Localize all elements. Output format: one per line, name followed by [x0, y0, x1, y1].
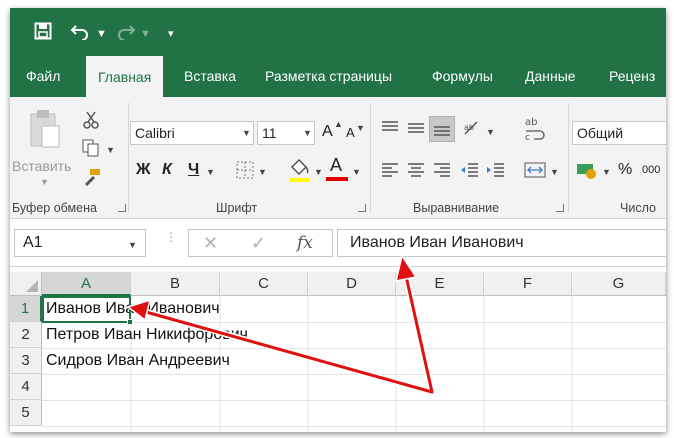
- formula-input[interactable]: Иванов Иван Иванович: [337, 229, 666, 257]
- tab-insert[interactable]: Вставка: [184, 55, 236, 97]
- customize-qat-icon[interactable]: ▾: [168, 24, 174, 44]
- copy-icon[interactable]: [82, 139, 100, 157]
- wrap-text-icon[interactable]: ab c: [524, 115, 546, 141]
- separator: [568, 103, 569, 213]
- formula-bar-grip-icon: ⋮: [165, 230, 177, 244]
- paste-button[interactable]: Вставить: [12, 158, 71, 174]
- align-right-icon[interactable]: [432, 161, 452, 179]
- italic-button[interactable]: К: [162, 161, 172, 179]
- clipboard-launcher-icon[interactable]: [118, 204, 126, 212]
- font-color-dropdown-icon[interactable]: ▼: [352, 167, 361, 177]
- copy-dropdown-icon[interactable]: ▼: [106, 145, 115, 155]
- grow-font-button[interactable]: A: [322, 123, 333, 141]
- number-format-select[interactable]: Общий: [572, 121, 666, 145]
- name-box-dropdown-icon[interactable]: ▼: [128, 240, 137, 250]
- tab-home[interactable]: Главная: [86, 55, 164, 97]
- merge-dropdown-icon[interactable]: ▼: [550, 167, 559, 177]
- active-cell-border: [42, 296, 131, 323]
- font-name-dropdown-icon[interactable]: ▼: [242, 128, 251, 138]
- tab-file[interactable]: Файл: [26, 55, 60, 97]
- spreadsheet-grid: A B C D E F G 1 2 3 4 5 Иванов Иван Иван…: [10, 272, 666, 432]
- bold-button[interactable]: Ж: [136, 161, 150, 179]
- tab-review[interactable]: Реценз: [609, 55, 655, 97]
- redo-dropdown-icon[interactable]: ▼: [140, 24, 151, 44]
- font-color-button[interactable]: A: [330, 155, 342, 176]
- align-top-icon[interactable]: [380, 119, 400, 137]
- alignment-launcher-icon[interactable]: [556, 204, 564, 212]
- font-size-dropdown-icon[interactable]: ▼: [303, 128, 312, 138]
- separator: [128, 103, 129, 213]
- underline-button[interactable]: Ч: [188, 161, 199, 179]
- shrink-font-button[interactable]: A: [346, 125, 355, 140]
- title-bar: ▼ ▼ ▾: [10, 8, 666, 55]
- shrink-font-icon: ▼: [356, 123, 365, 133]
- name-box[interactable]: A1: [14, 229, 146, 257]
- orientation-icon[interactable]: ab: [462, 119, 482, 137]
- fill-handle[interactable]: [127, 319, 133, 325]
- tab-page-layout[interactable]: Разметка страницы: [265, 55, 392, 97]
- paste-dropdown-icon[interactable]: ▼: [40, 177, 49, 187]
- thousands-button[interactable]: 000: [642, 164, 660, 176]
- redo-icon[interactable]: [116, 22, 136, 40]
- cell-a2[interactable]: Петров Иван Никифорович: [46, 322, 248, 348]
- ribbon-tabs: Файл Главная Вставка Разметка страницы Ф…: [10, 55, 666, 97]
- currency-format-icon[interactable]: [576, 159, 598, 181]
- paste-icon[interactable]: [28, 109, 62, 149]
- merge-center-icon[interactable]: [524, 161, 546, 179]
- align-bottom-icon: [434, 126, 450, 136]
- orientation-dropdown-icon[interactable]: ▼: [486, 127, 495, 137]
- undo-dropdown-icon[interactable]: ▼: [96, 24, 107, 44]
- format-painter-icon[interactable]: [82, 167, 102, 187]
- font-launcher-icon[interactable]: [358, 204, 366, 212]
- fill-color-dropdown-icon[interactable]: ▼: [314, 167, 323, 177]
- formula-buttons: ✕ ✓ fx: [188, 229, 333, 257]
- borders-dropdown-icon[interactable]: ▼: [258, 167, 267, 177]
- excel-window: ▼ ▼ ▾ Файл Главная Вставка Разметка стра…: [10, 8, 666, 432]
- tab-formulas[interactable]: Формулы: [432, 55, 493, 97]
- fill-color-swatch: [289, 178, 309, 182]
- font-group-label: Шрифт: [216, 201, 258, 215]
- floppy-disk-icon[interactable]: [34, 22, 52, 40]
- insert-function-button[interactable]: fx: [297, 233, 313, 253]
- tab-data[interactable]: Данные: [525, 55, 576, 97]
- svg-text:ab: ab: [525, 117, 537, 128]
- percent-button[interactable]: %: [618, 161, 632, 179]
- borders-icon[interactable]: [236, 161, 254, 179]
- cancel-edit-button[interactable]: ✕: [203, 233, 218, 254]
- clipboard-group-label: Буфер обмена: [12, 201, 97, 215]
- ribbon-home: Вставить ▼ ▼ Буфер обмена Calibri ▼ 11 ▼…: [10, 97, 666, 219]
- svg-text:c: c: [525, 133, 530, 141]
- align-center-icon[interactable]: [406, 161, 426, 179]
- grow-font-icon: ▲: [334, 119, 343, 129]
- cell-a3[interactable]: Сидров Иван Андреевич: [46, 348, 230, 374]
- separator: [370, 103, 371, 213]
- currency-dropdown-icon[interactable]: ▼: [602, 167, 611, 177]
- font-name-select[interactable]: Calibri: [130, 121, 254, 145]
- increase-indent-icon[interactable]: [486, 161, 506, 179]
- cut-icon[interactable]: [82, 111, 100, 129]
- align-middle-icon[interactable]: [406, 119, 426, 137]
- font-color-swatch: [326, 177, 348, 181]
- formula-bar: A1 ▼ ⋮ ✕ ✓ fx Иванов Иван Иванович: [10, 219, 666, 267]
- fill-color-icon[interactable]: [288, 157, 310, 183]
- number-group-label: Число: [620, 201, 656, 215]
- undo-icon[interactable]: [70, 22, 90, 40]
- align-bottom-button[interactable]: [429, 116, 455, 142]
- underline-dropdown-icon[interactable]: ▼: [206, 167, 215, 177]
- decrease-indent-icon[interactable]: [460, 161, 480, 179]
- alignment-group-label: Выравнивание: [413, 201, 500, 215]
- confirm-edit-button[interactable]: ✓: [251, 233, 266, 254]
- align-left-icon[interactable]: [380, 161, 400, 179]
- svg-text:ab: ab: [464, 123, 474, 132]
